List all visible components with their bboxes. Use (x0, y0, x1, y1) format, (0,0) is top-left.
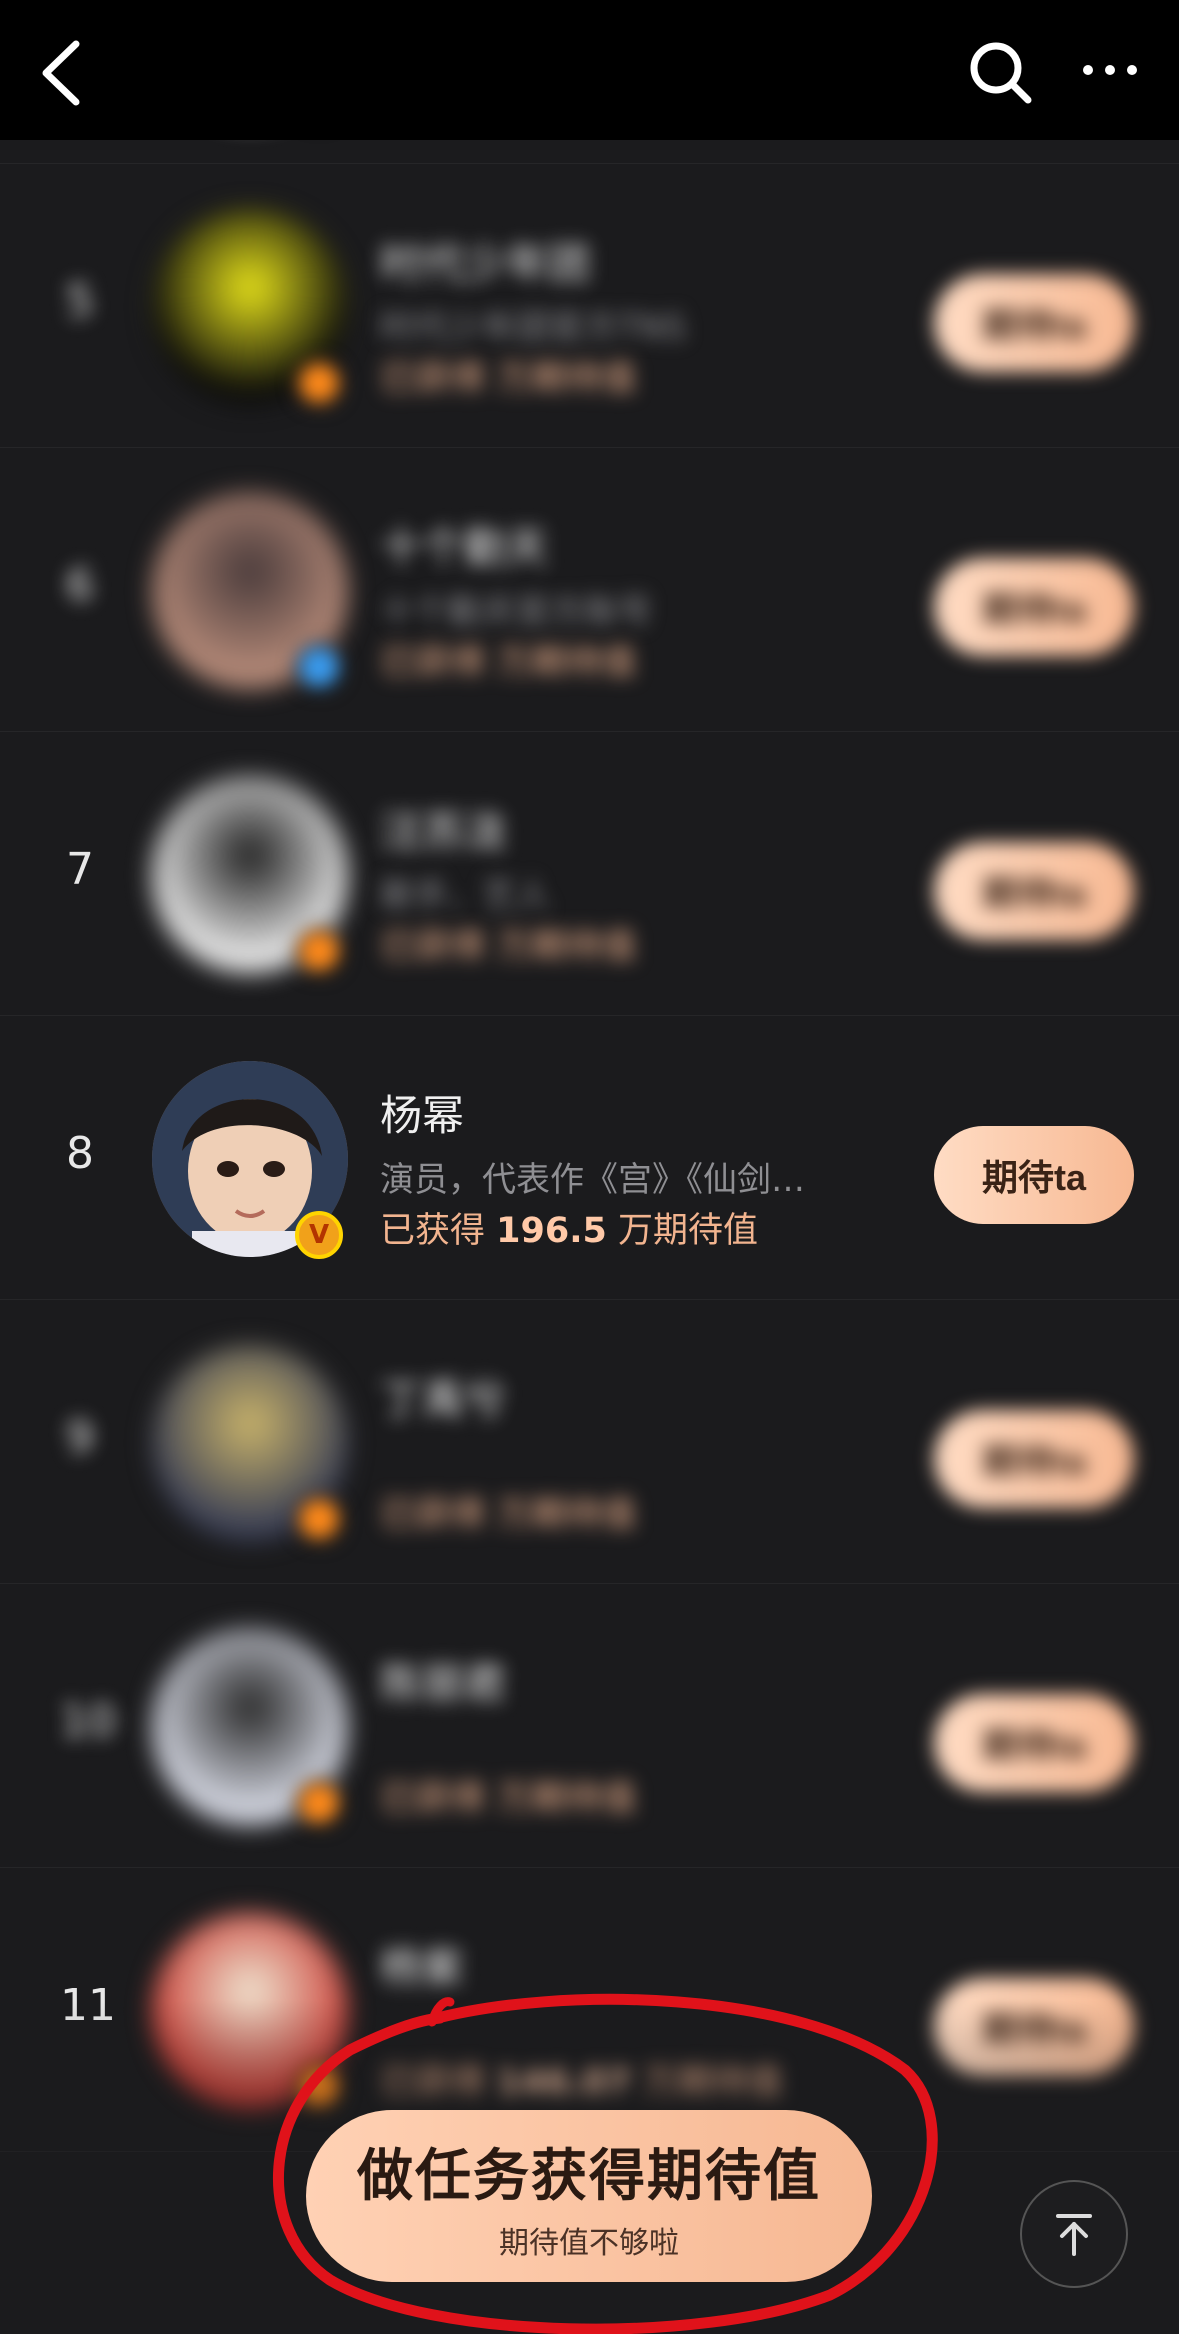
score-prefix: 已获得 (380, 927, 497, 967)
verified-badge-icon: V (295, 1211, 343, 1259)
rank-number: 10 (60, 1696, 116, 1747)
expect-button[interactable]: 期待ta (934, 558, 1134, 656)
arrow-up-to-top-icon (1056, 2214, 1092, 2256)
score-suffix: 万期待值 (496, 1779, 637, 1819)
expect-button[interactable]: 期待ta (934, 1126, 1134, 1224)
score-suffix: 万期待值 (496, 643, 637, 683)
ranking-list: 4 INTO1成员 队长 刘宇 已获得 313.47 万期待值 期待ta 5 时… (0, 0, 1179, 2152)
expect-button[interactable]: 期待ta (934, 842, 1134, 940)
verified-badge-icon (295, 359, 343, 407)
expect-button[interactable]: 期待ta (934, 1694, 1134, 1792)
expectation-score: 已获得 万期待值 (380, 634, 636, 685)
chevron-left-icon[interactable] (32, 38, 92, 108)
score-suffix: 万期待值 (496, 927, 637, 967)
star-description: 时代少年团官方TNS (380, 308, 686, 348)
expectation-score: 已获得 196.5 万期待值 (380, 1202, 758, 1253)
top-bar (0, 0, 1179, 140)
star-name: 十个勤天 (380, 523, 549, 572)
rank-number: 8 (66, 1128, 94, 1179)
score-prefix: 已获得 (380, 1211, 497, 1251)
verified-badge-icon (295, 927, 343, 975)
star-name: 杨紫 (380, 1943, 465, 1992)
score-suffix: 万期待值 (496, 359, 637, 399)
rank-number: 6 (66, 560, 94, 611)
ranking-row: 9 丁禹兮 已获得 万期待值 期待ta (0, 1300, 1179, 1584)
rank-number: 7 (66, 844, 94, 895)
score-prefix: 已获得 (380, 1779, 497, 1819)
star-description: 演员，代表作《宫》《仙剑… (380, 1160, 805, 1200)
star-name: 杨幂 (380, 1091, 465, 1140)
star-name: 时代少年团 (380, 239, 591, 288)
star-description: 歌手、艺人 (380, 876, 550, 916)
expectation-score: 已获得 万期待值 (380, 1770, 636, 1821)
cta-subtitle: 期待值不够啦 (499, 2225, 679, 2261)
score-suffix: 万期待值 (496, 1495, 637, 1535)
verified-badge-icon (295, 1779, 343, 1827)
expect-button[interactable]: 期待ta (934, 274, 1134, 372)
rank-number: 5 (66, 276, 94, 327)
star-name: 汪苏泷 (380, 807, 507, 856)
score-value: 196.5 (496, 1211, 607, 1251)
expectation-score: 已获得 万期待值 (380, 1486, 636, 1537)
expectation-score: 已获得 万期待值 (380, 350, 636, 401)
ranking-row: 10 陈丽君 已获得 万期待值 期待ta (0, 1584, 1179, 1868)
search-icon[interactable] (968, 40, 1032, 104)
ranking-row: 6 十个勤天 十个勤天官方账号 已获得 万期待值 期待ta (0, 448, 1179, 732)
ranking-row: 7 汪苏泷 歌手、艺人 已获得 万期待值 期待ta (0, 732, 1179, 1016)
expectation-score: 已获得 万期待值 (380, 918, 636, 969)
ranking-row: 8 V 杨幂 演员，代表作《宫》《仙剑… 已获得 196.5 万期待值 期待ta (0, 1016, 1179, 1300)
score-prefix: 已获得 (380, 359, 497, 399)
score-prefix: 已获得 (380, 643, 497, 683)
more-dots-icon[interactable] (1080, 50, 1140, 90)
do-tasks-button[interactable]: 做任务获得期待值 期待值不够啦 (306, 2110, 872, 2282)
cta-title: 做任务获得期待值 (357, 2143, 821, 2209)
verified-badge-icon (295, 643, 343, 691)
back-to-top-button[interactable] (1020, 2180, 1128, 2288)
ranking-row: 5 时代少年团 时代少年团官方TNS 已获得 万期待值 期待ta (0, 164, 1179, 448)
score-suffix: 万期待值 (606, 1211, 758, 1251)
rank-number: 9 (66, 1412, 94, 1463)
star-name: 陈丽君 (380, 1659, 507, 1708)
verified-badge-icon (295, 1495, 343, 1543)
star-name: 丁禹兮 (380, 1375, 507, 1424)
star-description: 十个勤天官方账号 (380, 592, 652, 632)
score-prefix: 已获得 (380, 1495, 497, 1535)
expect-button[interactable]: 期待ta (934, 1410, 1134, 1508)
